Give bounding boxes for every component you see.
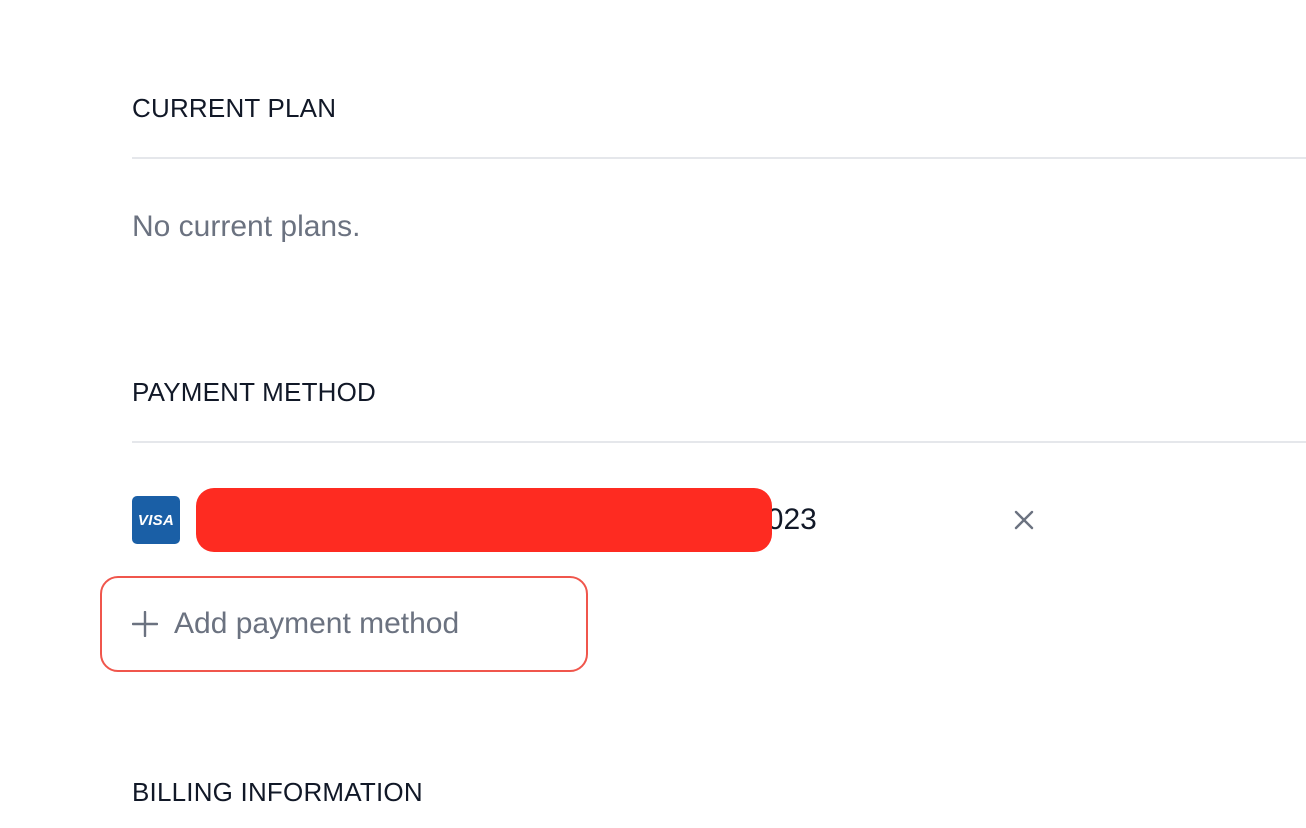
plus-icon: [132, 611, 158, 637]
payment-method-heading: PAYMENT METHOD: [132, 377, 377, 407]
billing-page: CURRENT PLAN No current plans. PAYMENT M…: [0, 0, 1306, 828]
saved-card-row: VISA Expires 03/2023: [132, 488, 1052, 552]
no-current-plans-message: No current plans.: [132, 210, 361, 243]
billing-information-heading: BILLING INFORMATION: [132, 777, 423, 807]
remove-card-button[interactable]: [1008, 504, 1040, 536]
redaction-overlay: [196, 488, 772, 552]
add-payment-method-button[interactable]: Add payment method: [100, 576, 588, 672]
current-plan-heading: CURRENT PLAN: [132, 93, 337, 123]
current-plan-divider: [132, 157, 1306, 159]
payment-method-divider: [132, 441, 1306, 443]
visa-card-icon: VISA: [132, 496, 180, 544]
add-payment-method-label: Add payment method: [174, 607, 460, 640]
close-icon: [1014, 510, 1034, 530]
